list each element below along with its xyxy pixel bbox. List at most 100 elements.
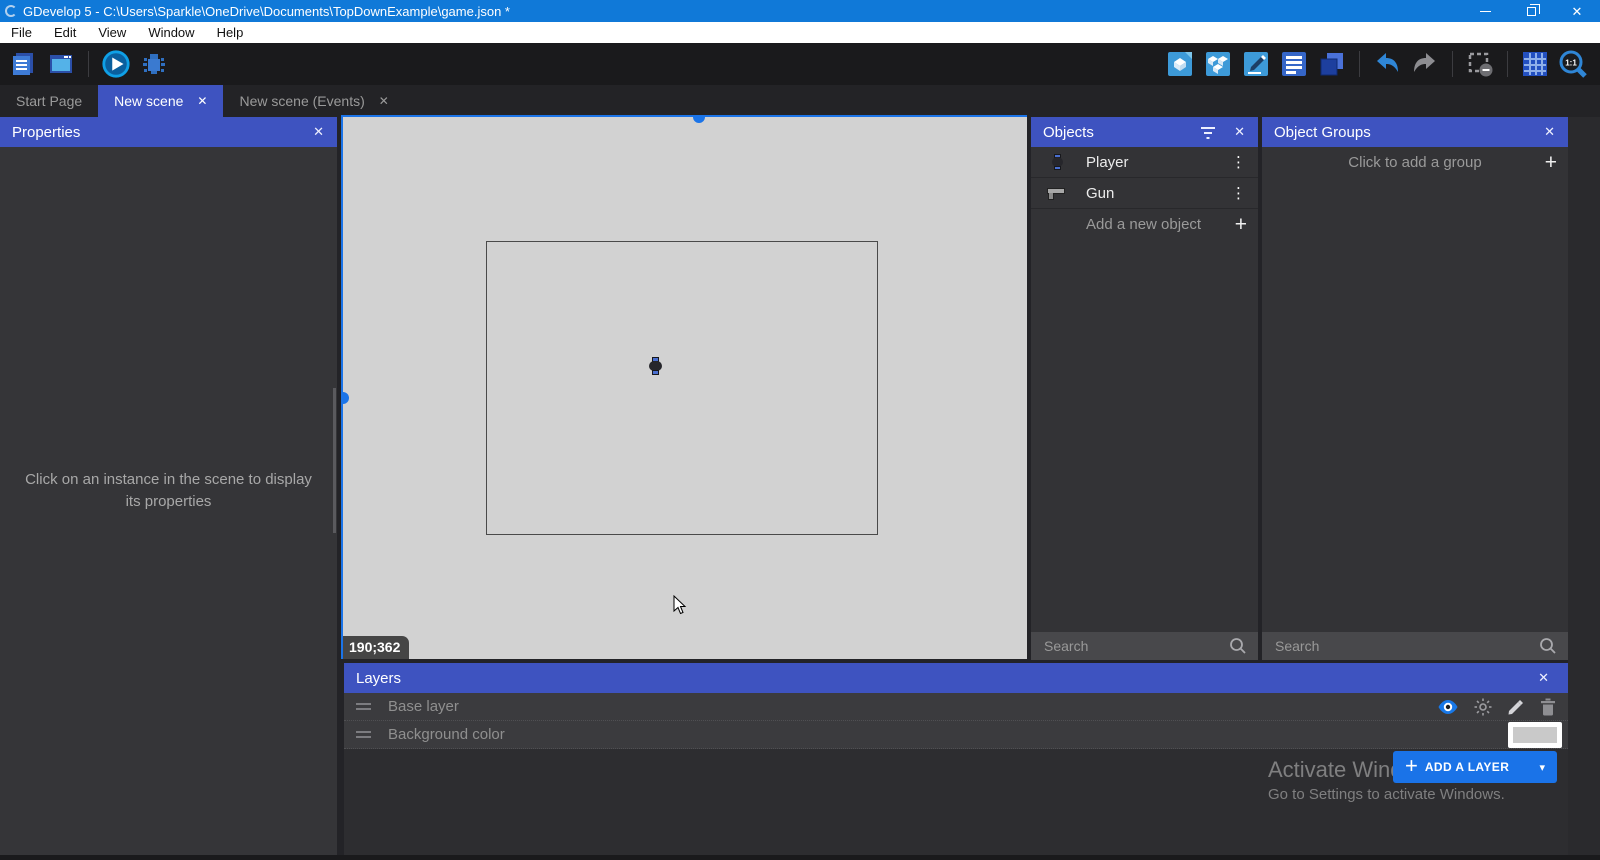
- color-swatch-value: [1513, 727, 1557, 743]
- game-window-bounds: [486, 241, 878, 535]
- kebab-menu-icon[interactable]: ⋮: [1231, 184, 1246, 202]
- project-manager-icon[interactable]: [8, 49, 38, 79]
- add-group-row[interactable]: Click to add a group +: [1262, 147, 1568, 178]
- objects-panel: Objects ✕ Player ⋮ Gun ⋮ Add a new objec…: [1031, 117, 1258, 660]
- plus-icon: +: [1405, 755, 1418, 777]
- toolbar-separator: [1452, 51, 1453, 77]
- restore-button[interactable]: [1508, 0, 1554, 22]
- layer-row-background-color[interactable]: Background color: [344, 721, 1568, 749]
- tab-label: New scene: [114, 93, 183, 109]
- groups-search-input[interactable]: [1262, 638, 1568, 654]
- object-row-gun[interactable]: Gun ⋮: [1031, 178, 1258, 209]
- grid-icon[interactable]: [1520, 49, 1550, 79]
- drag-handle-icon[interactable]: [356, 700, 371, 713]
- restore-icon: [1527, 7, 1536, 16]
- watermark-subtitle: Go to Settings to activate Windows.: [1268, 786, 1505, 803]
- objects-search-bar: [1031, 632, 1258, 660]
- tab-label: Start Page: [16, 93, 82, 109]
- layer-actions: [1437, 698, 1556, 716]
- add-group-label: Click to add a group: [1348, 154, 1481, 171]
- bottom-edge-strip: [0, 855, 1600, 860]
- deselect-icon[interactable]: [1465, 49, 1495, 79]
- player-sprite-bottom: [652, 370, 659, 375]
- tab-close-icon[interactable]: ✕: [379, 94, 389, 108]
- redo-icon[interactable]: [1410, 49, 1440, 79]
- plus-icon[interactable]: +: [1545, 152, 1557, 173]
- menu-window[interactable]: Window: [137, 22, 205, 43]
- layers-header: Layers ✕: [344, 663, 1568, 693]
- zoom-1-1-icon[interactable]: 1:1: [1558, 49, 1588, 79]
- toolbar-left-group: [0, 49, 169, 79]
- toolbar-separator: [1507, 51, 1508, 77]
- filter-icon[interactable]: [1200, 126, 1216, 140]
- tab-label: New scene (Events): [239, 93, 364, 109]
- properties-header: Properties ✕: [0, 117, 337, 147]
- tab-new-scene[interactable]: New scene ✕: [98, 85, 223, 117]
- tab-close-icon[interactable]: ✕: [197, 94, 207, 108]
- undo-icon[interactable]: [1372, 49, 1402, 79]
- scroll-indicator-top[interactable]: [693, 115, 705, 123]
- menu-file[interactable]: File: [0, 22, 43, 43]
- svg-text:1:1: 1:1: [1565, 59, 1577, 68]
- layers-panel-icon[interactable]: [1317, 49, 1347, 79]
- debug-icon[interactable]: [139, 49, 169, 79]
- menu-edit[interactable]: Edit: [43, 22, 87, 43]
- edit-pencil-icon[interactable]: [1507, 698, 1525, 716]
- cursor-coordinates-badge: 190;362: [343, 636, 409, 659]
- minimize-button[interactable]: [1462, 0, 1508, 22]
- scene-canvas[interactable]: 190;362: [341, 115, 1027, 659]
- layer-name: Base layer: [388, 698, 459, 715]
- add-object-label: Add a new object: [1086, 216, 1201, 233]
- instances-panel-icon[interactable]: [1279, 49, 1309, 79]
- drag-handle-icon[interactable]: [356, 728, 371, 741]
- layer-row-base[interactable]: Base layer: [344, 693, 1568, 721]
- properties-title: Properties: [12, 124, 80, 141]
- toolbar-right-group: 1:1: [1165, 49, 1600, 79]
- object-groups-panel-icon[interactable]: [1203, 49, 1233, 79]
- layers-title: Layers: [356, 670, 401, 687]
- chevron-down-icon[interactable]: ▾: [1539, 761, 1545, 774]
- object-groups-title: Object Groups: [1274, 124, 1371, 141]
- close-icon[interactable]: ✕: [313, 124, 324, 140]
- close-icon[interactable]: ✕: [1544, 124, 1555, 140]
- plus-icon[interactable]: +: [1235, 214, 1247, 235]
- menu-help[interactable]: Help: [206, 22, 255, 43]
- objects-header: Objects ✕: [1031, 117, 1258, 147]
- trash-icon[interactable]: [1540, 698, 1556, 716]
- right-panel-gutter: [1568, 117, 1600, 855]
- add-layer-button[interactable]: + ADD A LAYER ▾: [1393, 751, 1557, 783]
- object-row-player[interactable]: Player ⋮: [1031, 147, 1258, 178]
- player-thumbnail-icon: [1044, 154, 1070, 171]
- play-preview-icon[interactable]: [101, 49, 131, 79]
- objects-panel-icon[interactable]: [1165, 49, 1195, 79]
- effects-icon[interactable]: [1474, 698, 1492, 716]
- properties-panel-icon[interactable]: [1241, 49, 1271, 79]
- menu-view[interactable]: View: [87, 22, 137, 43]
- window-title: GDevelop 5 - C:\Users\Sparkle\OneDrive\D…: [23, 4, 510, 19]
- player-instance[interactable]: [649, 357, 662, 376]
- tab-start-page[interactable]: Start Page: [0, 85, 98, 117]
- titlebar: GDevelop 5 - C:\Users\Sparkle\OneDrive\D…: [0, 0, 1600, 22]
- object-name: Gun: [1086, 185, 1114, 202]
- object-groups-panel: Object Groups ✕ Click to add a group +: [1262, 117, 1568, 660]
- visibility-eye-icon[interactable]: [1437, 699, 1459, 715]
- add-object-row[interactable]: Add a new object +: [1031, 209, 1258, 240]
- background-color-swatch[interactable]: [1508, 722, 1562, 748]
- search-icon: [1229, 637, 1247, 655]
- gun-thumbnail-icon: [1044, 187, 1070, 200]
- gdevelop-logo-icon: [5, 5, 17, 17]
- scroll-indicator-left[interactable]: [341, 392, 349, 404]
- objects-search-input[interactable]: [1031, 638, 1258, 654]
- groups-search-bar: [1262, 632, 1568, 660]
- tab-new-scene-events[interactable]: New scene (Events) ✕: [223, 85, 404, 117]
- open-window-icon[interactable]: [46, 49, 76, 79]
- kebab-menu-icon[interactable]: ⋮: [1231, 153, 1246, 171]
- editor-tabbar: Start Page New scene ✕ New scene (Events)…: [0, 85, 1600, 117]
- main-toolbar: 1:1: [0, 43, 1600, 85]
- objects-title: Objects: [1043, 124, 1094, 141]
- close-icon[interactable]: ✕: [1234, 124, 1245, 140]
- layer-name: Background color: [388, 726, 505, 743]
- close-button[interactable]: ✕: [1554, 0, 1600, 22]
- properties-scrollbar[interactable]: [333, 388, 336, 533]
- close-icon[interactable]: ✕: [1538, 670, 1549, 686]
